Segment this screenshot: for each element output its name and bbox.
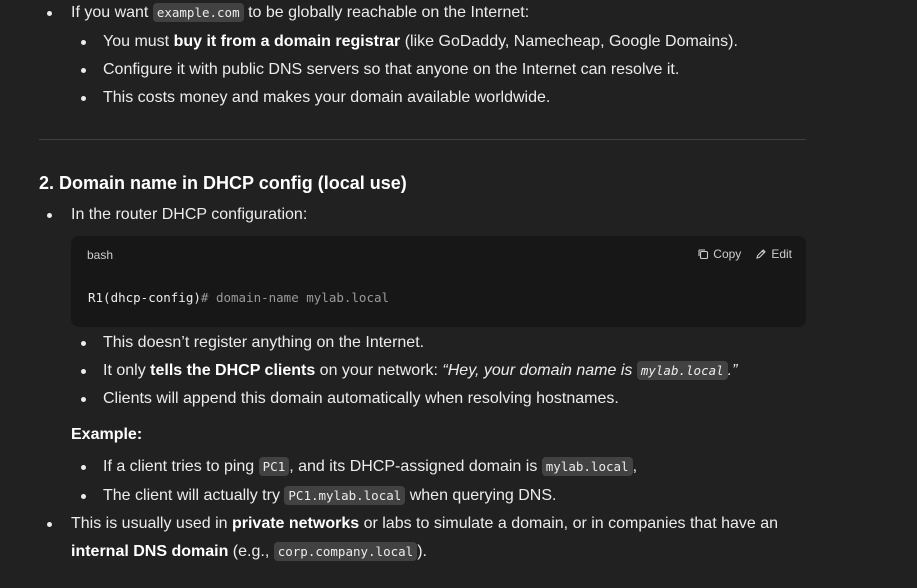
inline-code: mylab.local	[541, 457, 633, 476]
list-item: If a client tries to ping PC1, and its D…	[80, 455, 638, 479]
text: This is usually used in	[71, 515, 232, 532]
bold-text: private networks	[231, 515, 360, 532]
text: or labs to simulate a domain, or in comp…	[359, 515, 779, 532]
inline-code: corp.company.local	[273, 542, 418, 561]
text: You must	[103, 33, 174, 50]
text: It only	[103, 362, 151, 379]
inline-code: PC1	[258, 457, 290, 476]
copy-icon	[698, 249, 709, 260]
copy-label: Copy	[713, 247, 742, 261]
code-language-label: bash	[87, 248, 114, 262]
inline-code: mylab.local	[636, 361, 728, 380]
text: If you want	[71, 4, 153, 21]
text: , and its DHCP-assigned domain is	[289, 458, 542, 475]
inline-code: PC1.mylab.local	[284, 486, 406, 505]
chat-message-content: If you want example.com to be globally r…	[0, 0, 917, 588]
divider	[39, 139, 806, 140]
list-item-continuation: internal DNS domain (e.g., corp.company.…	[71, 540, 427, 564]
code-prompt: R1(dhcp-config)	[88, 290, 201, 305]
text: when querying DNS.	[405, 487, 557, 504]
list-item: If you want example.com to be globally r…	[46, 1, 530, 25]
text: The client will actually try	[103, 487, 285, 504]
code-command: # domain-name mylab.local	[200, 290, 390, 305]
bold-text: tells the DHCP clients	[150, 362, 316, 379]
list-item: This is usually used in private networks…	[46, 512, 779, 536]
pencil-icon	[756, 249, 767, 259]
text: on your network:	[315, 362, 443, 379]
text: to be globally reachable on the Internet…	[243, 4, 530, 21]
list-item: This doesn’t register anything on the In…	[80, 331, 424, 355]
list-item: Clients will append this domain automati…	[81, 387, 619, 411]
list-item: Configure it with public DNS servers so …	[80, 58, 679, 82]
list-item: You must buy it from a domain registrar …	[81, 30, 738, 54]
list-item: The client will actually try PC1.mylab.l…	[80, 484, 557, 508]
text: (like GoDaddy, Namecheap, Google Domains…	[400, 33, 738, 50]
example-label: Example:	[71, 426, 143, 443]
list-item: This costs money and makes your domain a…	[80, 86, 550, 110]
code-block: bash Copy Edit R1(dhcp-config)# domain-n…	[71, 236, 806, 327]
edit-button[interactable]: Edit	[755, 247, 792, 261]
text: ).	[417, 543, 427, 560]
bold-text: internal DNS domain	[71, 543, 229, 560]
text: ,	[632, 458, 638, 475]
list-item: It only tells the DHCP clients on your n…	[80, 359, 738, 383]
list-item: In the router DHCP configuration:	[46, 203, 307, 227]
inline-code: example.com	[152, 3, 244, 22]
copy-button[interactable]: Copy	[697, 247, 741, 261]
edit-label: Edit	[771, 247, 792, 261]
code-line: R1(dhcp-config)# domain-name mylab.local	[88, 290, 389, 305]
bold-text: buy it from a domain registrar	[173, 33, 401, 50]
text: (e.g.,	[228, 543, 274, 560]
code-actions: Copy Edit	[697, 247, 792, 261]
italic-text: .”	[727, 362, 738, 379]
italic-text: “Hey, your domain name is	[442, 362, 637, 379]
text: If a client tries to ping	[103, 458, 259, 475]
section-heading: 2. Domain name in DHCP config (local use…	[39, 173, 407, 193]
